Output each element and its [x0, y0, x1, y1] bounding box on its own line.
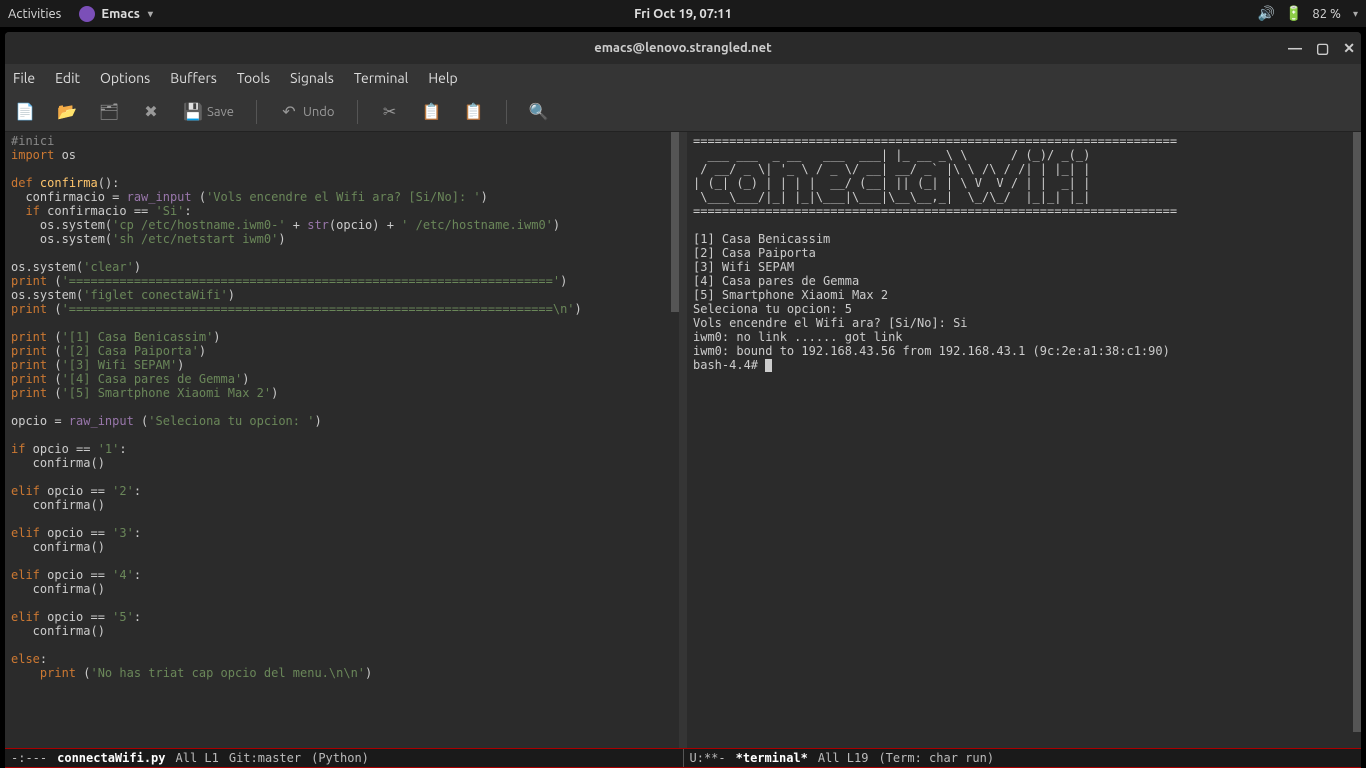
- scrollbar-thumb[interactable]: [671, 132, 679, 312]
- battery-icon[interactable]: 🔋: [1285, 5, 1302, 22]
- kill-buffer-button[interactable]: ✖: [141, 102, 161, 122]
- cut-button[interactable]: ✂: [380, 102, 400, 122]
- source-code[interactable]: #inici import os def confirma(): confirm…: [11, 134, 673, 680]
- app-name: Emacs: [101, 7, 140, 21]
- menu-buffers[interactable]: Buffers: [170, 70, 217, 86]
- maximize-button[interactable]: ▢: [1316, 40, 1329, 57]
- undo-button[interactable]: ↶ Undo: [279, 102, 335, 122]
- undo-label: Undo: [303, 105, 335, 119]
- save-button[interactable]: 💾 Save: [183, 102, 234, 122]
- menu-terminal[interactable]: Terminal: [354, 70, 409, 86]
- gnome-top-bar: Activities Emacs ▾ Fri Oct 19, 07:11 🔊 🔋…: [0, 0, 1366, 27]
- cut-icon: ✂: [380, 102, 400, 122]
- buffer-position: All L19: [818, 751, 869, 765]
- buffer-name: *terminal*: [736, 751, 808, 765]
- system-menu-arrow-icon[interactable]: ▾: [1353, 8, 1358, 20]
- major-mode: (Python): [311, 751, 369, 765]
- mode-line-right[interactable]: U:**- *terminal* All L19 (Term: char run…: [683, 749, 1362, 767]
- tool-bar: 📄 📂 🗂 ✖ 💾 Save ↶ Undo ✂ 📋 📋 🔍: [5, 92, 1361, 132]
- menu-tools[interactable]: Tools: [237, 70, 270, 86]
- mode-line-left[interactable]: -:--- connectaWifi.py All L1 Git:master …: [5, 749, 683, 767]
- save-label: Save: [207, 105, 234, 119]
- menu-help[interactable]: Help: [428, 70, 457, 86]
- buffer-state: U:**-: [690, 751, 726, 765]
- dired-button[interactable]: 🗂: [99, 102, 119, 122]
- paste-button[interactable]: 📋: [464, 102, 484, 122]
- buffer-name: connectaWifi.py: [57, 751, 165, 765]
- toolbar-separator: [357, 100, 358, 124]
- new-file-button[interactable]: 📄: [15, 102, 35, 122]
- save-icon: 💾: [183, 102, 203, 122]
- terminal-output[interactable]: ========================================…: [693, 134, 1355, 372]
- menu-options[interactable]: Options: [100, 70, 150, 86]
- app-menu[interactable]: Emacs ▾: [79, 6, 153, 22]
- paste-icon: 📋: [464, 102, 484, 122]
- emacs-icon: [79, 6, 95, 22]
- menu-bar: File Edit Options Buffers Tools Signals …: [5, 64, 1361, 92]
- vcs-info: Git:master: [229, 751, 301, 765]
- chevron-down-icon: ▾: [148, 8, 153, 20]
- source-pane[interactable]: #inici import os def confirma(): confirm…: [5, 132, 687, 748]
- undo-icon: ↶: [279, 102, 299, 122]
- mode-line: -:--- connectaWifi.py All L1 Git:master …: [5, 748, 1361, 768]
- folder-open-icon: 📂: [57, 102, 77, 122]
- buffer-state: -:---: [11, 751, 47, 765]
- close-button[interactable]: ✕: [1343, 40, 1355, 57]
- battery-percent: 82 %: [1312, 7, 1341, 21]
- buffer-position: All L1: [176, 751, 219, 765]
- copy-button[interactable]: 📋: [422, 102, 442, 122]
- folder-icon: 🗂: [99, 102, 119, 122]
- toolbar-separator: [506, 100, 507, 124]
- toolbar-separator: [256, 100, 257, 124]
- clock[interactable]: Fri Oct 19, 07:11: [634, 7, 732, 21]
- minimize-button[interactable]: —: [1288, 40, 1302, 57]
- file-new-icon: 📄: [15, 102, 35, 122]
- editor-area: #inici import os def confirma(): confirm…: [5, 132, 1361, 748]
- window-title: emacs@lenovo.strangled.net: [594, 41, 772, 55]
- open-file-button[interactable]: 📂: [57, 102, 77, 122]
- menu-file[interactable]: File: [13, 70, 35, 86]
- scrollbar-thumb[interactable]: [1353, 132, 1361, 732]
- emacs-window: emacs@lenovo.strangled.net — ▢ ✕ File Ed…: [5, 32, 1361, 768]
- volume-icon[interactable]: 🔊: [1258, 5, 1275, 22]
- menu-signals[interactable]: Signals: [290, 70, 334, 86]
- menu-edit[interactable]: Edit: [55, 70, 80, 86]
- search-button[interactable]: 🔍: [529, 102, 549, 122]
- close-icon: ✖: [141, 102, 161, 122]
- title-bar[interactable]: emacs@lenovo.strangled.net — ▢ ✕: [5, 32, 1361, 64]
- major-mode: (Term: char run): [878, 751, 994, 765]
- copy-icon: 📋: [422, 102, 442, 122]
- activities-button[interactable]: Activities: [8, 7, 61, 21]
- terminal-cursor: [765, 359, 772, 372]
- search-icon: 🔍: [529, 102, 549, 122]
- terminal-pane[interactable]: ========================================…: [687, 132, 1361, 748]
